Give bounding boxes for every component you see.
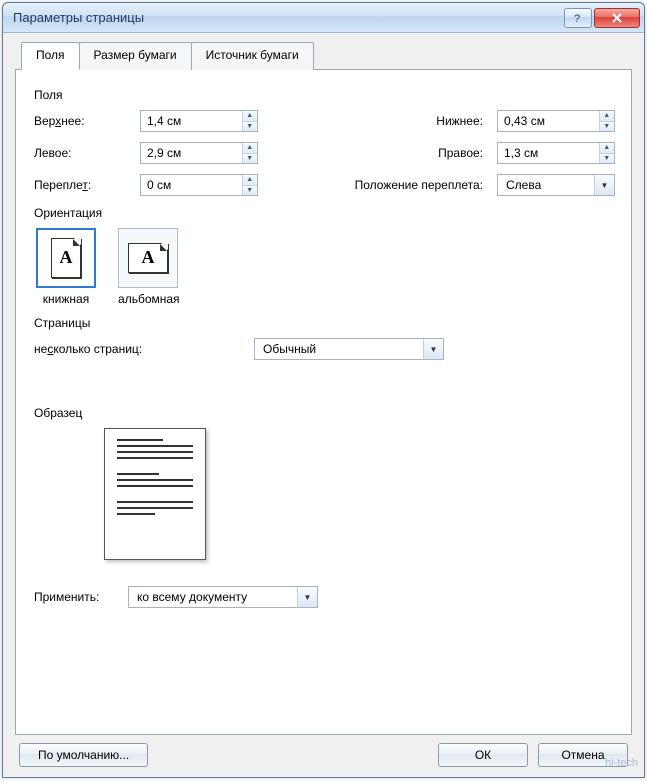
input-right-margin[interactable] <box>498 143 599 163</box>
dialog-body: Поля Размер бумаги Источник бумаги Поля … <box>3 33 644 777</box>
window-title: Параметры страницы <box>13 10 562 25</box>
spin-down-icon[interactable]: ▼ <box>243 154 257 164</box>
input-bottom-margin[interactable] <box>498 111 599 131</box>
spin-down-icon[interactable]: ▼ <box>600 154 614 164</box>
select-gutter-position[interactable]: Слева ▼ <box>497 174 615 196</box>
label-gutter: Переплет: <box>34 178 140 192</box>
help-button[interactable]: ? <box>564 8 592 28</box>
spinner-top-margin[interactable]: ▲▼ <box>140 110 258 132</box>
select-multiple-pages[interactable]: Обычный ▼ <box>254 338 444 360</box>
label-top-margin: Верхнее: <box>34 114 140 128</box>
page-preview <box>104 428 206 560</box>
label-multiple-pages: несколько страниц: <box>34 342 204 356</box>
input-gutter[interactable] <box>141 175 242 195</box>
gutter-position-value: Слева <box>498 178 594 192</box>
orientation-portrait-label: книжная <box>36 292 96 306</box>
spinner-right-margin[interactable]: ▲▼ <box>497 142 615 164</box>
orientation-landscape-label: альбомная <box>118 292 180 306</box>
spin-up-icon[interactable]: ▲ <box>600 111 614 122</box>
spin-up-icon[interactable]: ▲ <box>243 175 257 186</box>
close-icon <box>611 12 623 24</box>
spinner-bottom-margin[interactable]: ▲▼ <box>497 110 615 132</box>
section-orientation: Ориентация <box>34 206 615 220</box>
spin-up-icon[interactable]: ▲ <box>243 143 257 154</box>
select-apply-to[interactable]: ко всему документу ▼ <box>128 586 318 608</box>
spin-down-icon[interactable]: ▼ <box>243 122 257 132</box>
orientation-portrait-icon: A <box>36 228 96 288</box>
help-icon: ? <box>572 12 584 24</box>
chevron-down-icon[interactable]: ▼ <box>423 339 443 359</box>
multiple-pages-value: Обычный <box>255 342 423 356</box>
tab-margins[interactable]: Поля <box>21 42 80 70</box>
ok-button[interactable]: ОК <box>438 743 528 767</box>
orientation-landscape[interactable]: A альбомная <box>118 228 180 306</box>
orientation-portrait[interactable]: A книжная <box>36 228 96 306</box>
chevron-down-icon[interactable]: ▼ <box>297 587 317 607</box>
section-margins: Поля <box>34 88 615 102</box>
label-bottom-margin: Нижнее: <box>319 114 497 128</box>
input-left-margin[interactable] <box>141 143 242 163</box>
label-gutter-position: Положение переплета: <box>293 178 497 192</box>
apply-to-value: ко всему документу <box>129 590 297 604</box>
spin-down-icon[interactable]: ▼ <box>600 122 614 132</box>
titlebar: Параметры страницы ? <box>3 3 644 33</box>
default-button[interactable]: По умолчанию... <box>19 743 148 767</box>
tab-paper-source[interactable]: Источник бумаги <box>191 42 314 70</box>
label-right-margin: Правое: <box>319 146 497 160</box>
spinner-left-margin[interactable]: ▲▼ <box>140 142 258 164</box>
section-pages: Страницы <box>34 316 615 330</box>
dialog-footer: По умолчанию... ОК Отмена <box>15 735 632 767</box>
chevron-down-icon[interactable]: ▼ <box>594 175 614 195</box>
label-apply-to: Применить: <box>34 590 128 604</box>
input-top-margin[interactable] <box>141 111 242 131</box>
section-preview: Образец <box>34 406 615 420</box>
tab-panel-margins: Поля Верхнее: ▲▼ Нижнее: ▲▼ Левое: <box>15 69 632 735</box>
tab-strip: Поля Размер бумаги Источник бумаги <box>21 42 632 70</box>
spin-up-icon[interactable]: ▲ <box>243 111 257 122</box>
spin-up-icon[interactable]: ▲ <box>600 143 614 154</box>
spinner-gutter[interactable]: ▲▼ <box>140 174 258 196</box>
page-setup-dialog: Параметры страницы ? Поля Размер бумаги … <box>2 2 645 778</box>
label-left-margin: Левое: <box>34 146 140 160</box>
close-button[interactable] <box>594 8 640 28</box>
svg-text:?: ? <box>574 13 580 24</box>
orientation-landscape-icon: A <box>118 228 178 288</box>
cancel-button[interactable]: Отмена <box>538 743 628 767</box>
spin-down-icon[interactable]: ▼ <box>243 186 257 196</box>
tab-paper-size[interactable]: Размер бумаги <box>79 42 192 70</box>
